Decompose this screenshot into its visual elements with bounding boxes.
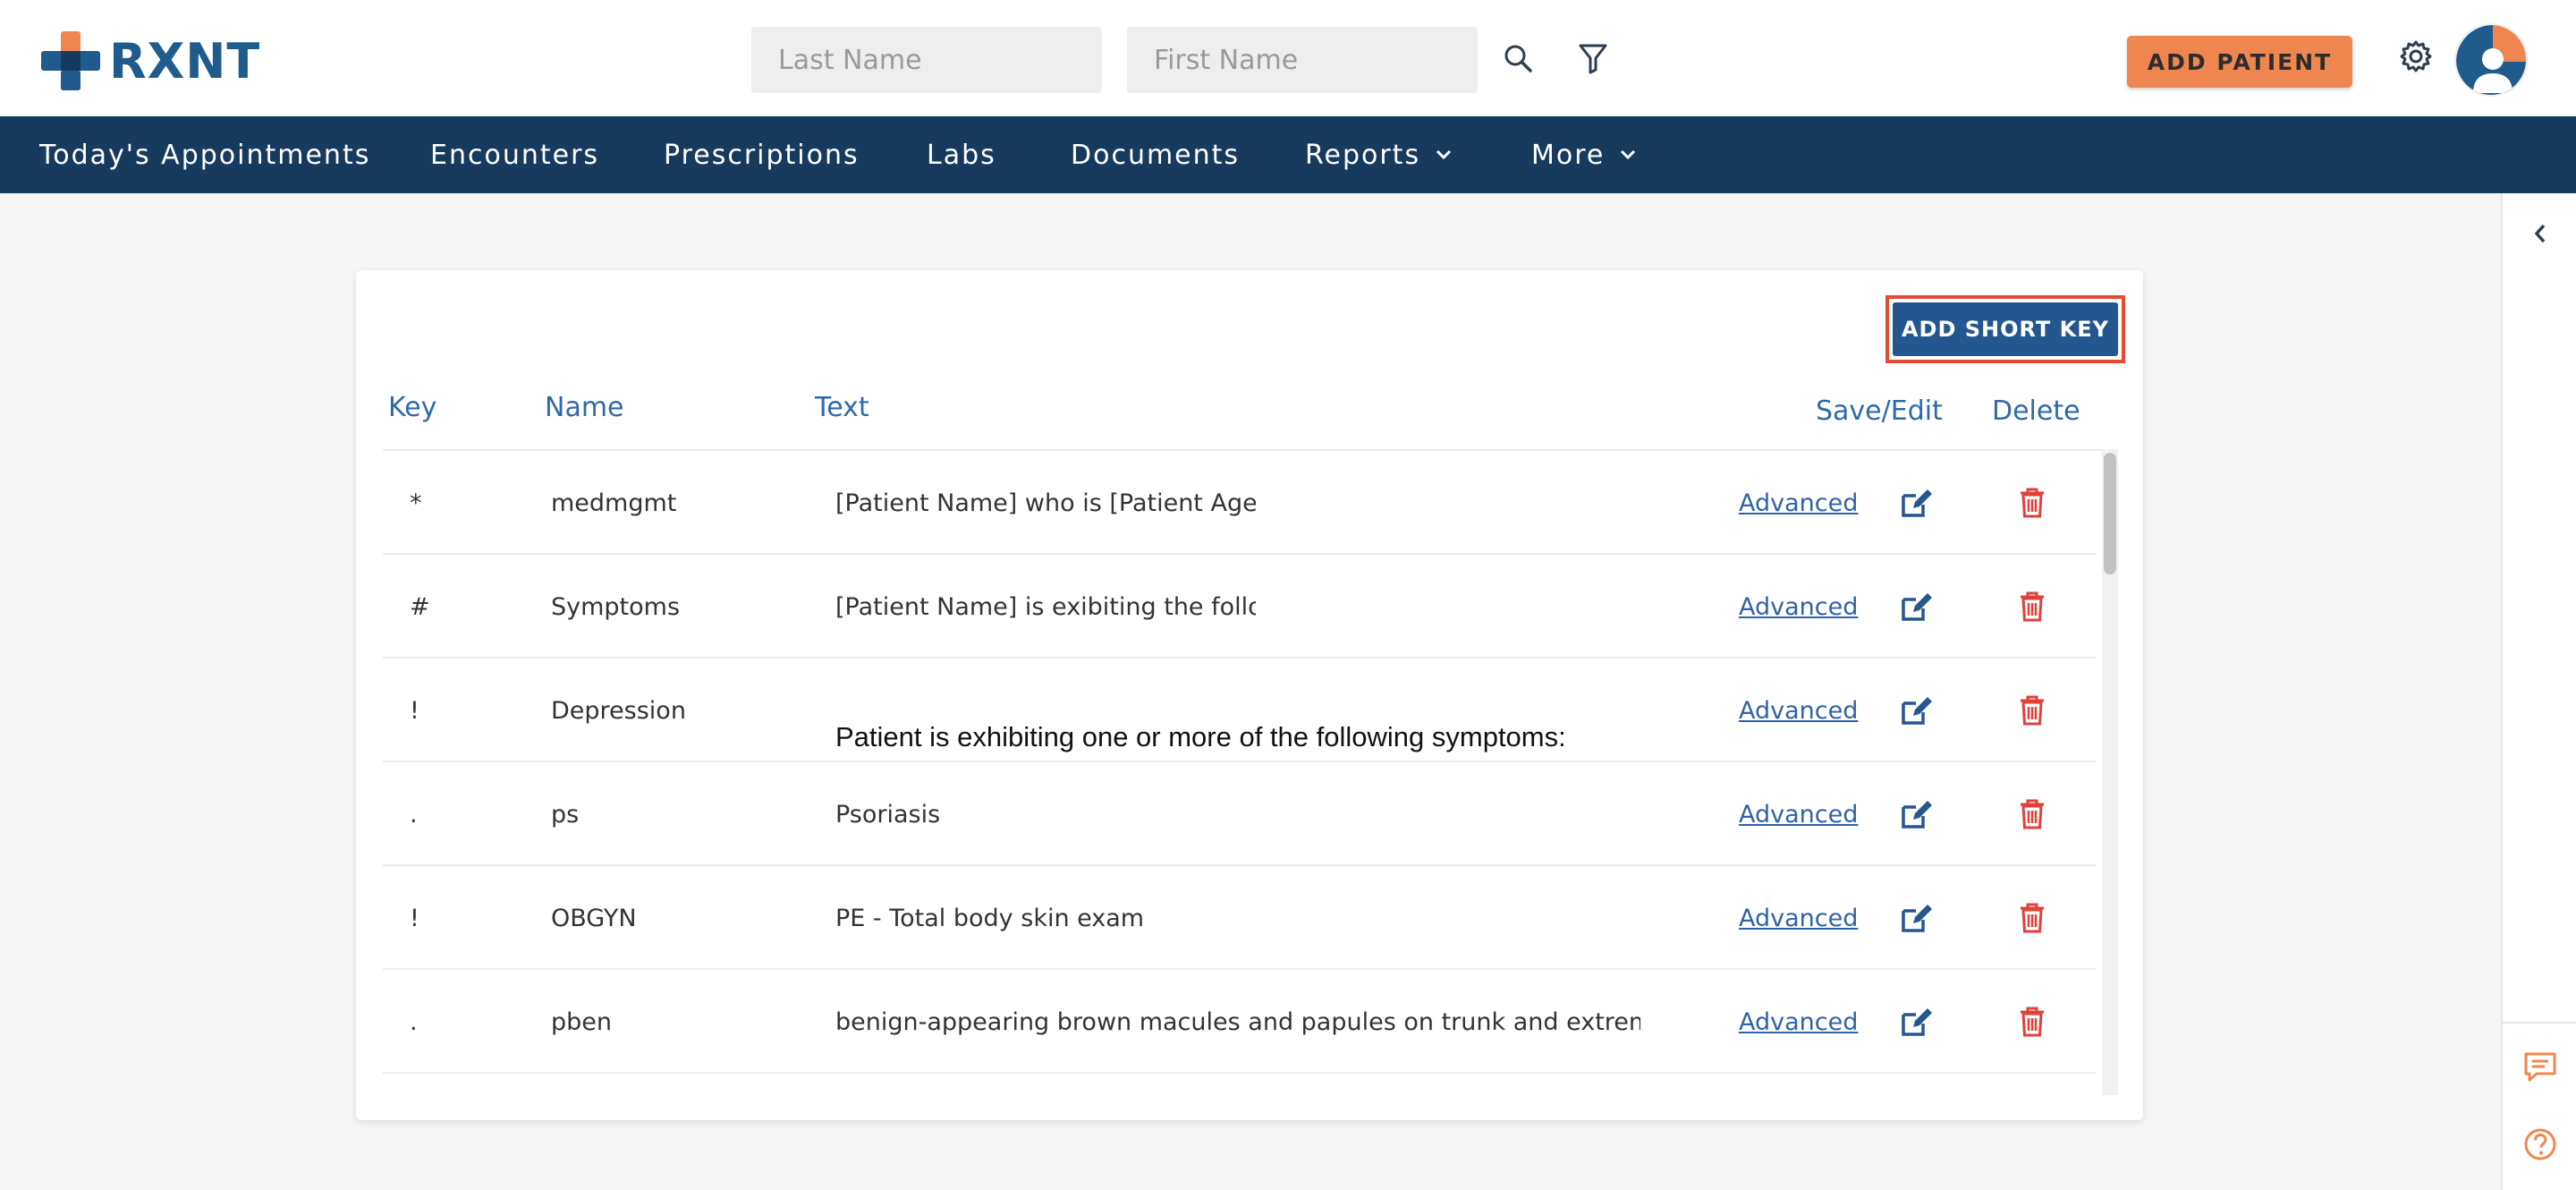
chevron-down-icon	[1435, 149, 1453, 161]
edit-icon[interactable]	[1863, 762, 1970, 866]
help-icon[interactable]	[2503, 1127, 2576, 1161]
row-name: Symptoms	[551, 592, 681, 621]
column-header-save-edit: Save/Edit	[1816, 395, 1943, 427]
edit-icon[interactable]	[1863, 659, 1970, 762]
side-rail	[2501, 193, 2576, 1190]
nav-labs[interactable]: Labs	[927, 116, 996, 193]
advanced-link[interactable]: Advanced	[1739, 555, 1858, 659]
advanced-link[interactable]: Advanced	[1739, 762, 1858, 866]
trash-icon[interactable]	[1979, 762, 2086, 866]
column-header-delete: Delete	[1992, 395, 2080, 427]
table-scrollbar[interactable]	[2102, 449, 2118, 1095]
chevron-left-icon[interactable]	[2503, 220, 2576, 247]
add-patient-button[interactable]: ADD PATIENT	[2127, 36, 2352, 88]
user-avatar[interactable]	[2454, 23, 2528, 97]
row-text: benign-appearing brown macules and papul…	[835, 1007, 1640, 1036]
table-row: . ps Psoriasis Advanced	[383, 762, 2097, 866]
add-short-key-highlight: ADD SHORT KEY	[1885, 295, 2125, 363]
row-text: PE - Total body skin exam	[835, 904, 1145, 932]
scrollbar-thumb[interactable]	[2104, 453, 2116, 574]
filter-icon[interactable]	[1571, 36, 1615, 81]
first-name-input[interactable]	[1127, 27, 1478, 93]
nav-todays-appointments[interactable]: Today's Appointments	[39, 116, 370, 193]
row-name: medmgmt	[551, 489, 677, 517]
row-name: ps	[551, 800, 580, 829]
logo-cross-icon	[41, 31, 100, 90]
column-header-key: Key	[388, 392, 437, 423]
trash-icon[interactable]	[1979, 970, 2086, 1074]
top-header: RXNT ADD PATIENT	[0, 0, 2576, 116]
brand-name: RXNT	[109, 32, 261, 89]
row-name: OBGYN	[551, 904, 637, 932]
trash-icon[interactable]	[1979, 451, 2086, 555]
nav-prescriptions[interactable]: Prescriptions	[664, 116, 860, 193]
edit-icon[interactable]	[1863, 970, 1970, 1074]
row-key: !	[410, 904, 419, 932]
table-row: . pben benign-appearing brown macules an…	[383, 970, 2097, 1074]
column-header-text: Text	[815, 392, 869, 423]
column-header-name: Name	[545, 392, 624, 423]
trash-icon[interactable]	[1979, 866, 2086, 970]
advanced-link[interactable]: Advanced	[1739, 659, 1858, 762]
row-text: [Patient Name] who is [Patient Age] shou…	[835, 489, 1256, 517]
nav-more[interactable]: More	[1531, 116, 1637, 193]
trash-icon[interactable]	[1979, 659, 2086, 762]
edit-icon[interactable]	[1863, 866, 1970, 970]
nav-reports[interactable]: Reports	[1305, 116, 1453, 193]
advanced-link[interactable]: Advanced	[1739, 970, 1858, 1074]
trash-icon[interactable]	[1979, 555, 2086, 659]
rxnt-logo[interactable]: RXNT	[41, 30, 260, 91]
row-key: #	[410, 592, 430, 621]
nav-documents[interactable]: Documents	[1071, 116, 1240, 193]
row-text: [Patient Name] is exibiting the followin…	[835, 592, 1256, 621]
table-row: # Symptoms [Patient Name] is exibiting t…	[383, 555, 2097, 659]
rail-divider	[2503, 1022, 2576, 1024]
chat-icon[interactable]	[2503, 1050, 2576, 1084]
row-key: .	[410, 1007, 418, 1036]
table-row: ! Depression Patient is exhibiting one o…	[383, 659, 2097, 762]
edit-icon[interactable]	[1863, 451, 1970, 555]
chevron-down-icon	[1619, 149, 1637, 161]
main-nav: Today's Appointments Encounters Prescrip…	[0, 116, 2576, 193]
edit-icon[interactable]	[1863, 555, 1970, 659]
row-name: Depression	[551, 696, 686, 725]
row-key: *	[410, 489, 422, 517]
row-key: !	[410, 696, 419, 725]
nav-encounters[interactable]: Encounters	[430, 116, 599, 193]
last-name-input[interactable]	[751, 27, 1102, 93]
table-row: ! OBGYN PE - Total body skin exam Advanc…	[383, 866, 2097, 970]
short-keys-list: * medmgmt [Patient Name] who is [Patient…	[383, 451, 2097, 1095]
table-row: * medmgmt [Patient Name] who is [Patient…	[383, 451, 2097, 555]
row-text: Patient is exhibiting one or more of the…	[835, 721, 1566, 752]
row-name: pben	[551, 1007, 613, 1036]
short-keys-card: ADD SHORT KEY Key Name Text Save/Edit De…	[356, 270, 2143, 1120]
row-text: Psoriasis	[835, 800, 941, 829]
gear-icon[interactable]	[2394, 34, 2438, 79]
advanced-link[interactable]: Advanced	[1739, 866, 1858, 970]
row-key: .	[410, 800, 418, 829]
search-icon[interactable]	[1496, 36, 1540, 81]
add-short-key-button[interactable]: ADD SHORT KEY	[1893, 302, 2118, 356]
advanced-link[interactable]: Advanced	[1739, 451, 1858, 555]
